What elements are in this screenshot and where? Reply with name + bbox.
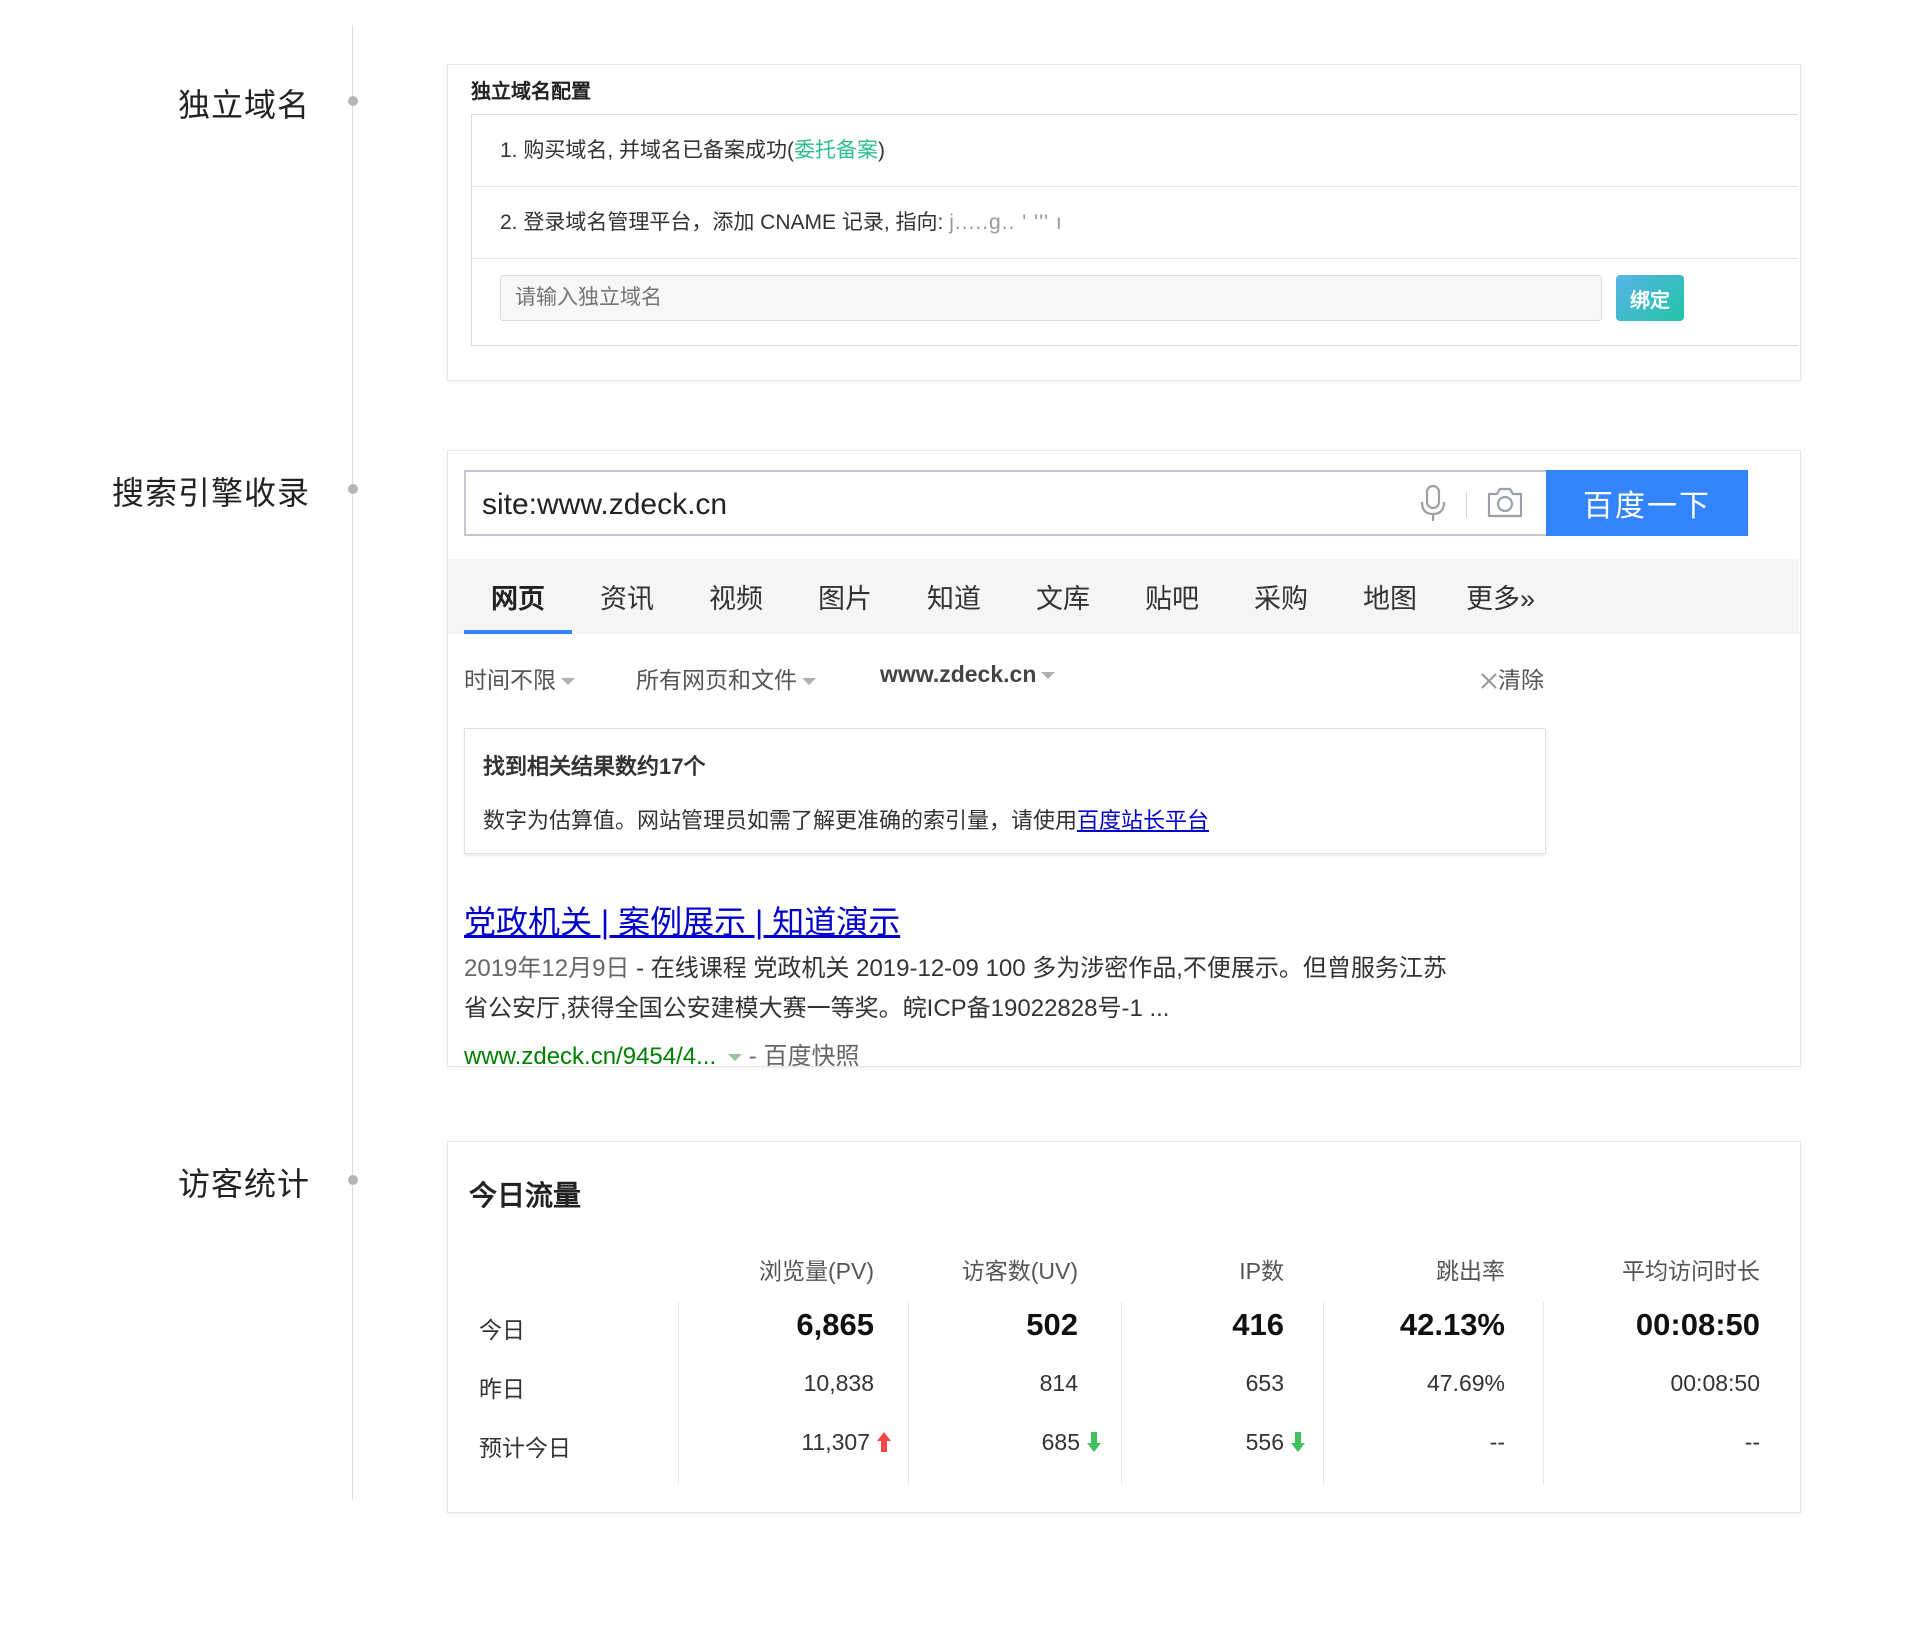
today-ip: 416 [1232, 1307, 1284, 1342]
entrust-filing-link[interactable]: 委托备案 [794, 139, 878, 162]
projected-uv-value: 685 [1041, 1429, 1080, 1455]
filter-time[interactable]: 时间不限 [464, 661, 575, 695]
tab-news[interactable]: 资讯 [600, 577, 654, 616]
filter-site[interactable]: www.zdeck.cn [880, 661, 1056, 688]
result-count-desc: 数字为估算值。网站管理员如需了解更准确的索引量，请使用百度站长平台 [483, 803, 1209, 835]
domain-step-1: 1. 购买域名, 并域名已备案成功(委托备案) [472, 115, 1798, 187]
result-count-title: 找到相关结果数约17个 [483, 754, 706, 779]
domain-step-2: 2. 登录域名管理平台，添加 CNAME 记录, 指向: j.....g.. '… [472, 187, 1798, 259]
active-tab-indicator [464, 630, 572, 634]
step1-suffix: ) [878, 139, 886, 162]
projected-ip-value: 556 [1245, 1429, 1284, 1455]
today-bounce: 42.13% [1399, 1307, 1505, 1342]
section-label-stats: 访客统计 [177, 1166, 310, 1202]
yesterday-pv: 10,838 [803, 1370, 874, 1396]
bind-button[interactable]: 绑定 [1616, 275, 1684, 321]
tab-caigou[interactable]: 采购 [1254, 577, 1308, 616]
filter-clear[interactable]: 清除 [1480, 661, 1544, 695]
camera-icon[interactable] [1486, 485, 1524, 524]
microphone-icon[interactable] [1420, 484, 1446, 529]
baidu-tabs-bar: 网页 资讯 视频 图片 知道 文库 贴吧 采购 地图 更多» [448, 559, 1799, 634]
today-uv: 502 [1026, 1307, 1078, 1342]
timeline-line [352, 25, 353, 1500]
result-count-desc-text: 数字为估算值。网站管理员如需了解更准确的索引量，请使用 [483, 808, 1078, 833]
section-label-domain: 独立域名 [177, 87, 310, 123]
row-label-yesterday: 昨日 [479, 1376, 525, 1402]
chevron-down-icon [802, 678, 816, 686]
chevron-down-icon[interactable] [728, 1054, 743, 1062]
projected-bounce: -- [1489, 1429, 1505, 1455]
tab-video[interactable]: 视频 [709, 577, 763, 616]
projected-ip: 556 [1088, 1429, 1306, 1456]
column-header-bounce: 跳出率 [1436, 1258, 1505, 1284]
today-pv: 6,865 [796, 1307, 874, 1342]
baidu-search-button[interactable]: 百度一下 [1546, 470, 1748, 536]
tab-zhidao[interactable]: 知道 [927, 577, 981, 616]
baidu-search-box [464, 470, 1546, 536]
filter-type[interactable]: 所有网页和文件 [636, 661, 816, 695]
step1-text: 1. 购买域名, 并域名已备案成功( [500, 139, 795, 162]
section-label-search: 搜索引擎收录 [111, 475, 310, 511]
row-label-today: 今日 [479, 1317, 525, 1343]
search-result-title-link[interactable]: 党政机关 | 案例展示 | 知道演示 [464, 897, 900, 943]
tab-webpage[interactable]: 网页 [491, 577, 545, 616]
filter-site-label: www.zdeck.cn [880, 661, 1037, 687]
stats-title: 今日流量 [469, 1180, 582, 1211]
tab-tieba[interactable]: 贴吧 [1145, 577, 1199, 616]
yesterday-uv: 814 [1039, 1370, 1078, 1396]
result-date: 2019年12月9日 [464, 955, 630, 982]
timeline-dot [348, 484, 358, 494]
cname-target-masked: j.....g.. ' ''' ı [949, 211, 1063, 234]
column-header-ip: IP数 [1239, 1258, 1284, 1284]
column-header-uv: 访客数(UV) [961, 1258, 1078, 1284]
result-dash: - [742, 1043, 764, 1067]
search-box-separator [1466, 492, 1467, 518]
result-snippet-line2: 省公安厅,获得全国公安建模大赛一等奖。皖ICP备19022828号-1 ... [464, 995, 1170, 1022]
chevron-down-icon [1041, 672, 1056, 680]
search-result-url: www.zdeck.cn/9454/4... - 百度快照 [464, 1036, 859, 1067]
yesterday-ip: 653 [1245, 1370, 1284, 1396]
webmaster-platform-link[interactable]: 百度站长平台 [1077, 808, 1209, 833]
result-url[interactable]: www.zdeck.cn/9454/4... [464, 1043, 716, 1066]
domain-card: 独立域名配置 1. 购买域名, 并域名已备案成功(委托备案) 2. 登录域名管理… [447, 64, 1801, 381]
row-label-projected: 预计今日 [479, 1435, 571, 1461]
search-engine-card: 百度一下 网页 资讯 视频 图片 知道 文库 贴吧 采购 地图 更多» 时间不限… [447, 450, 1801, 1067]
result-snippet-line1: - 在线课程 党政机关 2019-12-09 100 多为涉密作品,不便展示。但… [629, 955, 1447, 982]
projected-pv: 11,307 [678, 1429, 892, 1456]
visitor-stats-card: 今日流量 浏览量(PV) 访客数(UV) IP数 跳出率 平均访问时长 今日 6… [447, 1141, 1801, 1513]
yesterday-bounce: 47.69% [1426, 1370, 1505, 1396]
timeline-dot [348, 96, 358, 106]
tab-wenku[interactable]: 文库 [1036, 577, 1090, 616]
today-avg-duration: 00:08:50 [1635, 1307, 1760, 1342]
filter-type-label: 所有网页和文件 [636, 667, 797, 693]
domain-steps-box: 1. 购买域名, 并域名已备案成功(委托备案) 2. 登录域名管理平台，添加 C… [471, 114, 1798, 346]
search-result-snippet: 2019年12月9日 - 在线课程 党政机关 2019-12-09 100 多为… [464, 949, 1564, 1029]
projected-avg-duration: -- [1744, 1429, 1760, 1455]
domain-input[interactable] [500, 275, 1602, 321]
domain-card-title: 独立域名配置 [471, 81, 591, 103]
domain-bind-row: 绑定 [472, 259, 1798, 343]
filter-time-label: 时间不限 [464, 667, 556, 693]
projected-pv-value: 11,307 [801, 1429, 870, 1455]
yesterday-avg-duration: 00:08:50 [1670, 1370, 1760, 1396]
tab-images[interactable]: 图片 [818, 577, 872, 616]
projected-uv: 685 [878, 1429, 1102, 1456]
chevron-down-icon [561, 678, 575, 686]
result-count-box: 找到相关结果数约17个 数字为估算值。网站管理员如需了解更准确的索引量，请使用百… [464, 728, 1546, 854]
baidu-snapshot-link[interactable]: 百度快照 [763, 1043, 859, 1066]
close-icon [1481, 673, 1497, 689]
tab-more[interactable]: 更多» [1466, 577, 1535, 616]
step2-text: 2. 登录域名管理平台，添加 CNAME 记录, 指向: [500, 211, 950, 234]
column-header-pv: 浏览量(PV) [759, 1258, 874, 1284]
tab-map[interactable]: 地图 [1363, 577, 1417, 616]
baidu-search-input[interactable] [480, 482, 1384, 528]
column-header-avg-duration: 平均访问时长 [1622, 1258, 1760, 1284]
timeline-dot [348, 1175, 358, 1185]
clear-label: 清除 [1498, 667, 1544, 693]
